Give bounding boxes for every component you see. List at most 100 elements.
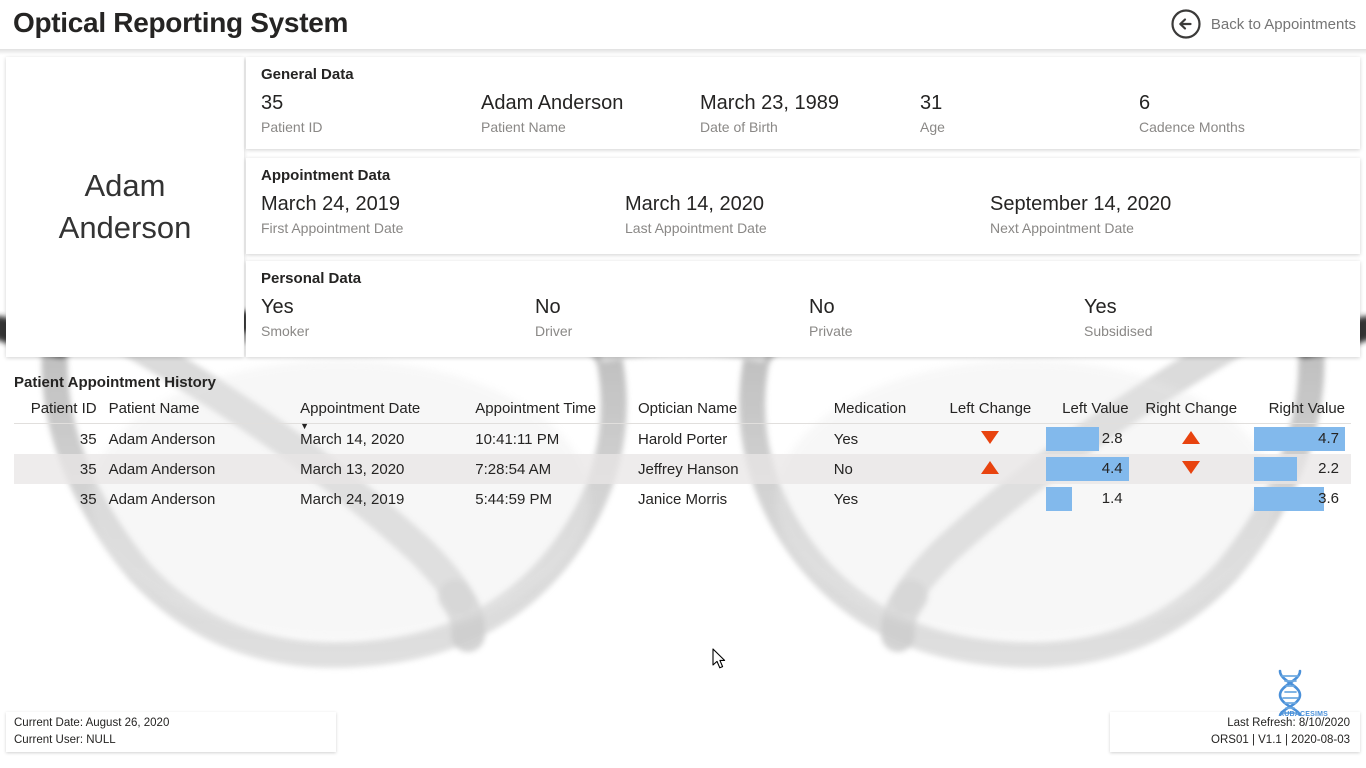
cell-left-value: 4.4 <box>1040 454 1135 484</box>
column-header-medication[interactable]: Medication <box>828 398 941 424</box>
bottom-strip <box>0 757 1366 768</box>
cell-left-change <box>941 454 1040 484</box>
kpi-smoker-value: Yes <box>261 294 309 320</box>
kpi-next-appointment-date: September 14, 2020 Next Appointment Date <box>990 191 1171 239</box>
triangle-up-icon <box>1182 431 1200 444</box>
column-header-appointment-date-label: Appointment Date <box>300 400 420 417</box>
appointment-data-title: Appointment Data <box>261 167 390 184</box>
table-row[interactable]: 35 Adam Anderson March 24, 2019 5:44:59 … <box>14 484 1351 514</box>
history-table-title: Patient Appointment History <box>14 374 216 391</box>
column-header-appointment-date[interactable]: Appointment Date ▼ <box>294 398 469 424</box>
page-title: Optical Reporting System <box>13 7 348 39</box>
kpi-patient-id: 35 Patient ID <box>261 90 322 138</box>
kpi-age-value: 31 <box>920 90 945 116</box>
left-value-databar: 2.8 <box>1046 427 1129 451</box>
appointment-data-card: Appointment Data March 24, 2019 First Ap… <box>246 158 1360 254</box>
kpi-age: 31 Age <box>920 90 945 138</box>
dna-helix-icon <box>1269 668 1311 716</box>
cell-appointment-time: 7:28:54 AM <box>469 454 632 484</box>
patient-appointment-history-section: Patient Appointment History Patient ID P… <box>0 365 1366 695</box>
title-bar-shadow <box>0 49 1366 55</box>
right-value-text: 3.6 <box>1318 487 1339 511</box>
kpi-next-appointment-date-label: Next Appointment Date <box>990 217 1171 239</box>
kpi-driver: No Driver <box>535 294 572 342</box>
cell-left-value: 1.4 <box>1040 484 1135 514</box>
cell-right-value: 4.7 <box>1248 424 1351 455</box>
column-header-patient-name[interactable]: Patient Name <box>103 398 295 424</box>
column-header-appointment-time[interactable]: Appointment Time <box>469 398 632 424</box>
kpi-private-value: No <box>809 294 853 320</box>
kpi-subsidised: Yes Subsidised <box>1084 294 1153 342</box>
column-header-right-value[interactable]: Right Value <box>1248 398 1351 424</box>
kpi-cadence-months: 6 Cadence Months <box>1139 90 1245 138</box>
kpi-patient-id-value: 35 <box>261 90 322 116</box>
kpi-patient-id-label: Patient ID <box>261 116 322 138</box>
kpi-driver-value: No <box>535 294 572 320</box>
cell-appointment-date: March 14, 2020 <box>294 424 469 455</box>
left-value-databar: 4.4 <box>1046 457 1129 481</box>
column-header-left-change[interactable]: Left Change <box>941 398 1040 424</box>
logo-caption: AUBACESIMS <box>1279 711 1328 718</box>
general-data-title: General Data <box>261 66 354 83</box>
cell-optician-name: Janice Morris <box>632 484 828 514</box>
kpi-last-appointment-date-value: March 14, 2020 <box>625 191 767 217</box>
cell-left-change <box>941 484 1040 514</box>
kpi-first-appointment-date-value: March 24, 2019 <box>261 191 403 217</box>
kpi-private: No Private <box>809 294 853 342</box>
history-table-body: 35 Adam Anderson March 14, 2020 10:41:11… <box>14 424 1351 515</box>
left-value-databar-fill <box>1046 427 1099 451</box>
triangle-down-icon <box>1182 461 1200 474</box>
cell-medication: Yes <box>828 424 941 455</box>
left-value-databar-fill <box>1046 487 1072 511</box>
kpi-driver-label: Driver <box>535 320 572 342</box>
sort-descending-icon: ▼ <box>300 422 309 431</box>
right-value-text: 4.7 <box>1318 427 1339 451</box>
cell-patient-id: 35 <box>14 484 103 514</box>
footer-current-user: Current User: NULL <box>6 732 336 749</box>
cell-appointment-date: March 13, 2020 <box>294 454 469 484</box>
right-value-databar-fill <box>1254 457 1297 481</box>
app-title-bar: Optical Reporting System Back to Appoint… <box>0 0 1366 49</box>
kpi-patient-name: Adam Anderson Patient Name <box>481 90 623 138</box>
cell-right-change <box>1135 454 1248 484</box>
general-data-card: General Data 35 Patient ID Adam Anderson… <box>246 57 1360 149</box>
cell-right-value: 2.2 <box>1248 454 1351 484</box>
left-value-text: 4.4 <box>1102 457 1123 481</box>
table-header-row: Patient ID Patient Name Appointment Date… <box>14 398 1351 424</box>
report-page: Optical Reporting System Back to Appoint… <box>0 0 1366 768</box>
kpi-patient-name-value: Adam Anderson <box>481 90 623 116</box>
footer-left-panel: Current Date: August 26, 2020 Current Us… <box>6 712 336 752</box>
kpi-date-of-birth-label: Date of Birth <box>700 116 839 138</box>
patient-name-card: Adam Anderson <box>6 57 244 357</box>
kpi-date-of-birth-value: March 23, 1989 <box>700 90 839 116</box>
personal-data-title: Personal Data <box>261 270 361 287</box>
table-row[interactable]: 35 Adam Anderson March 13, 2020 7:28:54 … <box>14 454 1351 484</box>
cell-optician-name: Harold Porter <box>632 424 828 455</box>
kpi-last-appointment-date-label: Last Appointment Date <box>625 217 767 239</box>
right-value-text: 2.2 <box>1318 457 1339 481</box>
history-table: Patient ID Patient Name Appointment Date… <box>14 398 1351 514</box>
column-header-patient-id[interactable]: Patient ID <box>14 398 103 424</box>
kpi-first-appointment-date: March 24, 2019 First Appointment Date <box>261 191 403 239</box>
kpi-cadence-months-label: Cadence Months <box>1139 116 1245 138</box>
triangle-up-icon <box>981 461 999 474</box>
cell-appointment-time: 10:41:11 PM <box>469 424 632 455</box>
footer-current-date: Current Date: August 26, 2020 <box>6 712 336 732</box>
footer-version: ORS01 | V1.1 | 2020-08-03 <box>1110 732 1360 749</box>
kpi-private-label: Private <box>809 320 853 342</box>
kpi-patient-name-label: Patient Name <box>481 116 623 138</box>
column-header-right-change[interactable]: Right Change <box>1135 398 1248 424</box>
column-header-left-value[interactable]: Left Value <box>1040 398 1135 424</box>
cell-patient-name: Adam Anderson <box>103 484 295 514</box>
kpi-first-appointment-date-label: First Appointment Date <box>261 217 403 239</box>
kpi-last-appointment-date: March 14, 2020 Last Appointment Date <box>625 191 767 239</box>
left-value-text: 1.4 <box>1102 487 1123 511</box>
back-to-appointments-label: Back to Appointments <box>1211 16 1356 33</box>
cell-right-value: 3.6 <box>1248 484 1351 514</box>
arrow-left-circle-icon <box>1170 8 1202 40</box>
back-to-appointments-button[interactable]: Back to Appointments <box>1170 6 1356 42</box>
column-header-optician-name[interactable]: Optician Name <box>632 398 828 424</box>
left-value-text: 2.8 <box>1102 427 1123 451</box>
cell-patient-name: Adam Anderson <box>103 424 295 455</box>
table-row[interactable]: 35 Adam Anderson March 14, 2020 10:41:11… <box>14 424 1351 455</box>
